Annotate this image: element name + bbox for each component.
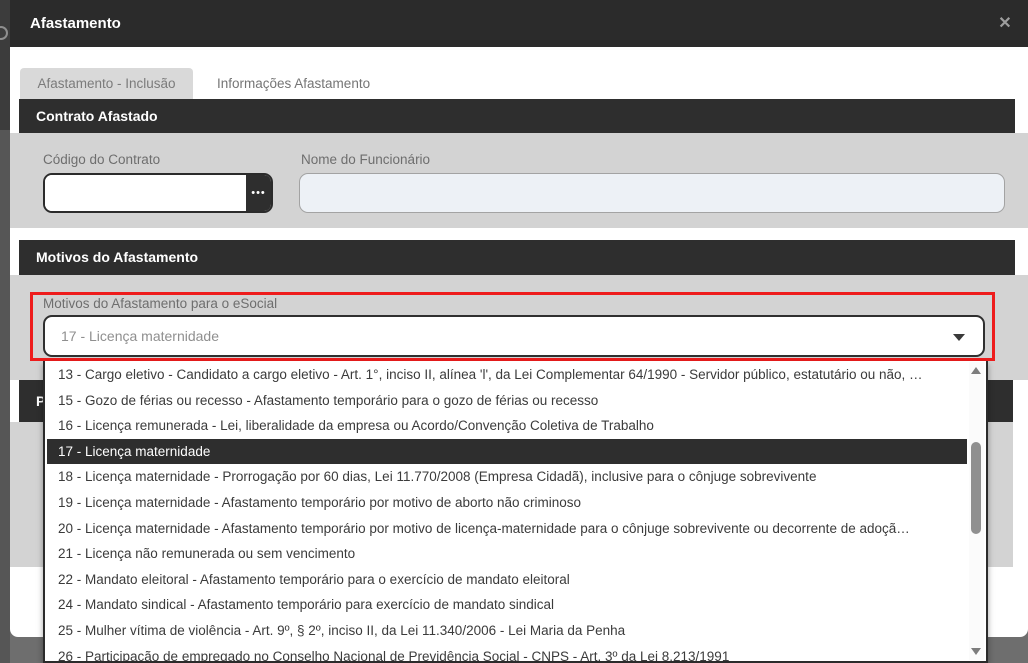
dropdown-list: 13 - Cargo eletivo - Candidato a cargo e…	[47, 362, 967, 661]
dropdown-option[interactable]: 19 - Licença maternidade - Afastamento t…	[47, 490, 967, 516]
modal-header: Afastamento ✕	[10, 0, 1028, 47]
close-icon[interactable]: ✕	[994, 13, 1016, 35]
dropdown-option[interactable]: 24 - Mandato sindical - Afastamento temp…	[47, 592, 967, 618]
codigo-contrato-field: •••	[43, 173, 273, 213]
nome-funcionario-input	[299, 173, 1005, 213]
chevron-down-icon	[953, 334, 965, 341]
nome-funcionario-label: Nome do Funcionário	[301, 152, 430, 167]
dropdown-option[interactable]: 20 - Licença maternidade - Afastamento t…	[47, 516, 967, 542]
motivos-dropdown-panel: 13 - Cargo eletivo - Candidato a cargo e…	[43, 361, 988, 663]
modal-title: Afastamento	[30, 0, 121, 47]
dropdown-option[interactable]: 17 - Licença maternidade	[47, 439, 967, 465]
dropdown-scrollbar[interactable]	[969, 362, 984, 660]
codigo-contrato-input[interactable]	[45, 175, 246, 211]
screen: Afastamento ✕ Afastamento - Inclusão Inf…	[0, 0, 1028, 663]
codigo-lookup-button[interactable]: •••	[246, 175, 271, 211]
dropdown-option[interactable]: 26 - Participação de empregado no Consel…	[47, 644, 967, 661]
motivos-esocial-selected-value: 17 - Licença maternidade	[61, 317, 219, 355]
tab-afastamento-inclusao[interactable]: Afastamento - Inclusão	[20, 68, 193, 99]
tab-informacoes-afastamento[interactable]: Informações Afastamento	[207, 68, 380, 99]
background-page-fragment	[0, 26, 8, 40]
scroll-up-icon[interactable]	[971, 367, 981, 374]
section-header-contrato-afastado: Contrato Afastado	[19, 99, 1015, 133]
dropdown-option[interactable]: 22 - Mandato eleitoral - Afastamento tem…	[47, 567, 967, 593]
dropdown-option[interactable]: 18 - Licença maternidade - Prorrogação p…	[47, 464, 967, 490]
scrollbar-thumb[interactable]	[971, 442, 981, 534]
dropdown-option[interactable]: 16 - Licença remunerada - Lei, liberalid…	[47, 413, 967, 439]
dropdown-option[interactable]: 21 - Licença não remunerada ou sem venci…	[47, 541, 967, 567]
dropdown-option[interactable]: 13 - Cargo eletivo - Candidato a cargo e…	[47, 362, 967, 388]
scroll-down-icon[interactable]	[971, 648, 981, 655]
dropdown-option[interactable]: 15 - Gozo de férias ou recesso - Afastam…	[47, 388, 967, 414]
section-header-motivos-afastamento: Motivos do Afastamento	[19, 240, 1015, 275]
dropdown-option[interactable]: 25 - Mulher vítima de violência - Art. 9…	[47, 618, 967, 644]
codigo-contrato-label: Código do Contrato	[43, 152, 160, 167]
motivos-esocial-label: Motivos do Afastamento para o eSocial	[43, 296, 277, 311]
motivos-esocial-select[interactable]: 17 - Licença maternidade	[43, 315, 985, 357]
backdrop-overlay	[0, 0, 10, 663]
